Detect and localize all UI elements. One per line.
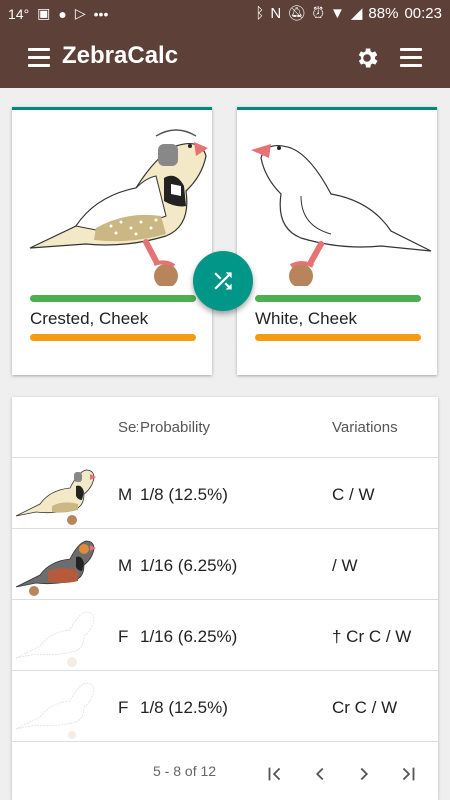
offspring-bird-image [15, 540, 96, 596]
table-row[interactable]: M 1/8 (12.5%) C / W [12, 458, 438, 529]
crested-bird-image [29, 129, 208, 286]
offspring-variations: C / W [332, 485, 375, 504]
offspring-sex: F [118, 698, 129, 717]
shuffle-icon [214, 272, 232, 290]
white-bird-image [251, 144, 432, 286]
play-store-icon: ▷ [74, 5, 86, 21]
match-bar-orange [255, 334, 421, 341]
clock-text: 00:23 [404, 4, 442, 22]
offspring-sex: F [118, 627, 129, 646]
offspring-probability: 1/8 (12.5%) [140, 698, 228, 717]
shuffle-button[interactable] [193, 251, 253, 311]
table-pager: 5 - 8 of 12 [12, 741, 438, 800]
menu-icon[interactable] [28, 48, 50, 68]
mute-icon: 🔕︎ [287, 5, 307, 22]
gear-icon[interactable] [354, 45, 380, 71]
table-row[interactable]: F 1/8 (12.5%) Cr C / W [12, 671, 438, 742]
offspring-sex: M [118, 556, 133, 575]
match-bar-orange [30, 334, 196, 341]
parent-card-male[interactable]: Crested, Cheek [12, 107, 212, 375]
overflow-dots-icon: ••• [93, 5, 109, 22]
offspring-bird-image [15, 469, 96, 525]
offspring-variations: † Cr C / W [332, 627, 412, 646]
last-page-icon[interactable] [397, 763, 419, 785]
offspring-variations: Cr C / W [332, 698, 398, 717]
app-bar: ZebraCalc [0, 28, 450, 88]
bluetooth-icon: ᛒ [255, 4, 265, 22]
offspring-table: Sex Probability Variations M 1/8 (12.5%)… [12, 397, 438, 800]
offspring-bird-image [15, 682, 95, 739]
offspring-probability: 1/16 (6.25%) [140, 627, 238, 646]
status-bar: 14° ▣ ● ▷ ••• ᛒ N 🔕︎ ⏰︎ ▼ ◢ 88% 00:23 [0, 0, 450, 28]
circle-icon: ● [58, 5, 67, 22]
offspring-probability: 1/16 (6.25%) [140, 556, 238, 575]
offspring-probability: 1/8 (12.5%) [140, 485, 228, 504]
first-page-icon[interactable] [264, 763, 286, 785]
page-range-text: 5 - 8 of 12 [153, 763, 217, 779]
parent-label: Crested, Cheek [30, 309, 149, 328]
header-sex[interactable]: Sex [118, 419, 138, 436]
wifi-icon: ▼ [330, 4, 345, 22]
parent-card-female[interactable]: White, Cheek [237, 107, 437, 375]
offspring-variations: / W [332, 556, 358, 575]
table-header: Sex Probability Variations [12, 397, 438, 458]
signal-icon: ◢ [350, 5, 363, 22]
image-icon: ▣ [37, 5, 51, 21]
app-title: ZebraCalc [62, 42, 179, 69]
match-bar-green [255, 295, 421, 302]
battery-text: 88% [368, 4, 399, 22]
temperature-text: 14° [8, 5, 30, 22]
more-menu-icon[interactable] [400, 48, 422, 68]
offspring-bird-image [15, 611, 95, 667]
chevron-right-icon[interactable] [353, 763, 375, 785]
header-variations[interactable]: Variations [332, 419, 398, 436]
nfc-icon: N [270, 4, 282, 22]
match-bar-green [30, 295, 196, 302]
offspring-sex: M [118, 485, 133, 504]
table-row[interactable]: M 1/16 (6.25%) / W [12, 529, 438, 600]
table-row[interactable]: F 1/16 (6.25%) † Cr C / W [12, 600, 438, 671]
header-probability[interactable]: Probability [140, 419, 210, 436]
chevron-left-icon[interactable] [309, 763, 331, 785]
parent-label: White, Cheek [255, 309, 358, 328]
alarm-icon: ⏰︎ [312, 4, 325, 22]
